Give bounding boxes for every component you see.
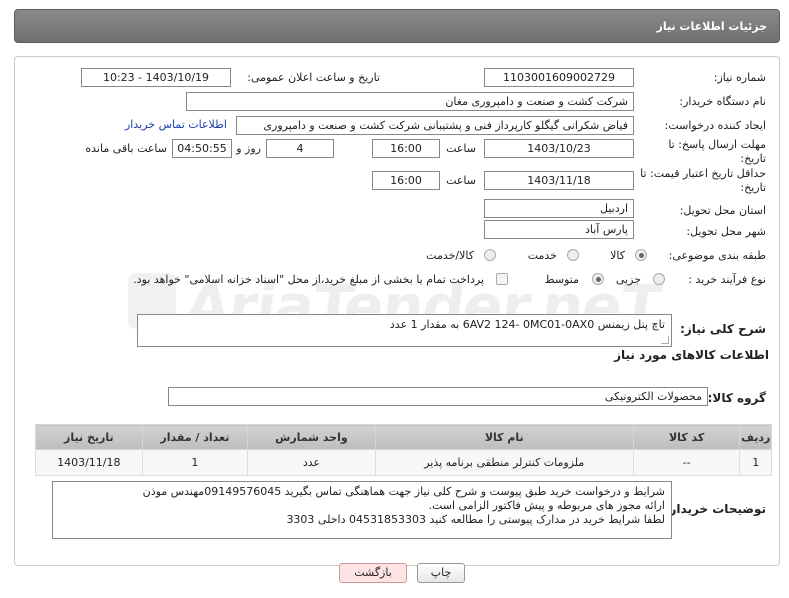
cell-item-name: ملزومات کنترلر منطقی برنامه پذیر <box>374 449 634 476</box>
price-validity-date-field: 1403/11/18 <box>484 171 634 190</box>
price-validity-label: حداقل تاریخ اعتبار قیمت: تا <box>640 167 766 180</box>
general-description-label: شرح کلی نیاز: <box>680 322 766 336</box>
col-header-quantity: تعداد / مقدار <box>141 424 249 450</box>
city-field: پارس آباد <box>484 220 634 239</box>
category-radio-goods-service[interactable] <box>484 249 496 261</box>
buyer-contact-link[interactable]: اطلاعات تماس خریدار <box>125 118 227 131</box>
back-button[interactable]: بازگشت <box>339 563 407 583</box>
reply-deadline-time-field: 16:00 <box>372 139 440 158</box>
price-validity-time-field: 16:00 <box>372 171 440 190</box>
price-validity-label-date: تاریخ: <box>740 181 766 194</box>
cell-row-number: 1 <box>739 449 772 476</box>
col-header-item-code: کد کالا <box>632 424 741 450</box>
buyer-notes-field: شرایط و درخواست خرید طبق پیوست و شرح کلی… <box>52 481 672 539</box>
remaining-time-label: ساعت باقی مانده <box>85 142 167 155</box>
page-header: جزئیات اطلاعات نیاز <box>14 9 780 43</box>
cell-quantity: 1 <box>141 449 249 476</box>
table-row: 1 -- ملزومات کنترلر منطقی برنامه پذیر عد… <box>35 449 772 476</box>
remaining-time-field: 04:50:55 <box>172 139 232 158</box>
page-title: جزئیات اطلاعات نیاز <box>656 20 768 33</box>
buyer-notes-line-2: ارائه مجوز های مربوطه و پیش فاکتور الزام… <box>428 499 665 512</box>
page: جزئیات اطلاعات نیاز AriaTender.neT شماره… <box>0 0 789 598</box>
reply-days-label: روز و <box>236 142 261 155</box>
cell-need-date: 1403/11/18 <box>35 449 143 476</box>
category-radio-goods[interactable] <box>635 249 647 261</box>
process-type-label: نوع فرآیند خرید : <box>688 273 766 286</box>
resize-handle-icon[interactable] <box>661 336 669 344</box>
announce-datetime-label: تاریخ و ساعت اعلان عمومی: <box>247 71 380 84</box>
process-radio-medium[interactable] <box>592 273 604 285</box>
treasury-payment-note: پرداخت تمام یا بخشی از مبلغ خرید،از محل … <box>133 273 484 286</box>
cell-unit: عدد <box>247 449 376 476</box>
province-label: استان محل تحویل: <box>679 204 766 217</box>
buyer-notes-line-3: لطفا شرایط خرید در مدارک پیوستی را مطالع… <box>286 513 665 526</box>
col-header-need-date: تاریخ نیاز <box>35 424 143 450</box>
buyer-notes-label: توضیحات خریدار: <box>664 502 766 516</box>
print-button[interactable]: چاپ <box>417 563 465 583</box>
items-section-title: اطلاعات کالاهای مورد نیاز <box>614 348 769 362</box>
col-header-unit: واحد شمارش <box>247 424 376 450</box>
items-table: ردیف کد کالا نام کالا واحد شمارش تعداد /… <box>35 424 772 476</box>
reply-deadline-label: مهلت ارسال پاسخ: تا <box>668 138 766 151</box>
requester-label: ایجاد کننده درخواست: <box>664 119 766 132</box>
buyer-org-field: شرکت کشت و صنعت و دامپروری مغان <box>186 92 634 111</box>
category-option-goods: کالا <box>610 249 625 262</box>
category-radio-service[interactable] <box>567 249 579 261</box>
general-description-field: تاچ پنل زیمنس 6AV2 124- 0MC01-0AX0 به مق… <box>137 314 672 347</box>
province-field: اردبیل <box>484 199 634 218</box>
process-radio-minor[interactable] <box>653 273 665 285</box>
announce-datetime-field: 1403/10/19 - 10:23 <box>81 68 231 87</box>
reply-deadline-date-field: 1403/10/23 <box>484 139 634 158</box>
buyer-notes-line-1: شرایط و درخواست خرید طبق پیوست و شرح کلی… <box>142 485 665 498</box>
reply-deadline-time-label: ساعت <box>446 142 476 155</box>
goods-group-label: گروه کالا: <box>707 391 766 405</box>
table-header-row: ردیف کد کالا نام کالا واحد شمارش تعداد /… <box>35 424 772 450</box>
cell-item-code: -- <box>632 449 741 476</box>
requester-field: فیاض شکرانی گیگلو کارپرداز فنی و پشتیبان… <box>236 116 634 135</box>
category-option-goods-service: کالا/خدمت <box>426 249 474 262</box>
price-validity-time-label: ساعت <box>446 174 476 187</box>
category-label: طبقه بندی موضوعی: <box>668 249 766 262</box>
goods-group-field: محصولات الکترونیکی <box>168 387 708 406</box>
col-header-item-name: نام کالا <box>374 424 634 450</box>
reply-deadline-label-date: تاریخ: <box>740 152 766 165</box>
need-number-field: 1103001609002729 <box>484 68 634 87</box>
process-option-medium: متوسط <box>544 273 579 286</box>
treasury-payment-checkbox[interactable] <box>496 273 508 285</box>
general-description-text: تاچ پنل زیمنس 6AV2 124- 0MC01-0AX0 به مق… <box>389 318 665 331</box>
col-header-row-number: ردیف <box>739 424 772 450</box>
buyer-org-label: نام دستگاه خریدار: <box>679 95 766 108</box>
city-label: شهر محل تحویل: <box>686 225 766 238</box>
reply-days-field: 4 <box>266 139 334 158</box>
category-option-service: خدمت <box>527 249 557 262</box>
need-number-label: شماره نیاز: <box>713 71 766 84</box>
process-option-minor: جزیی <box>615 273 641 286</box>
